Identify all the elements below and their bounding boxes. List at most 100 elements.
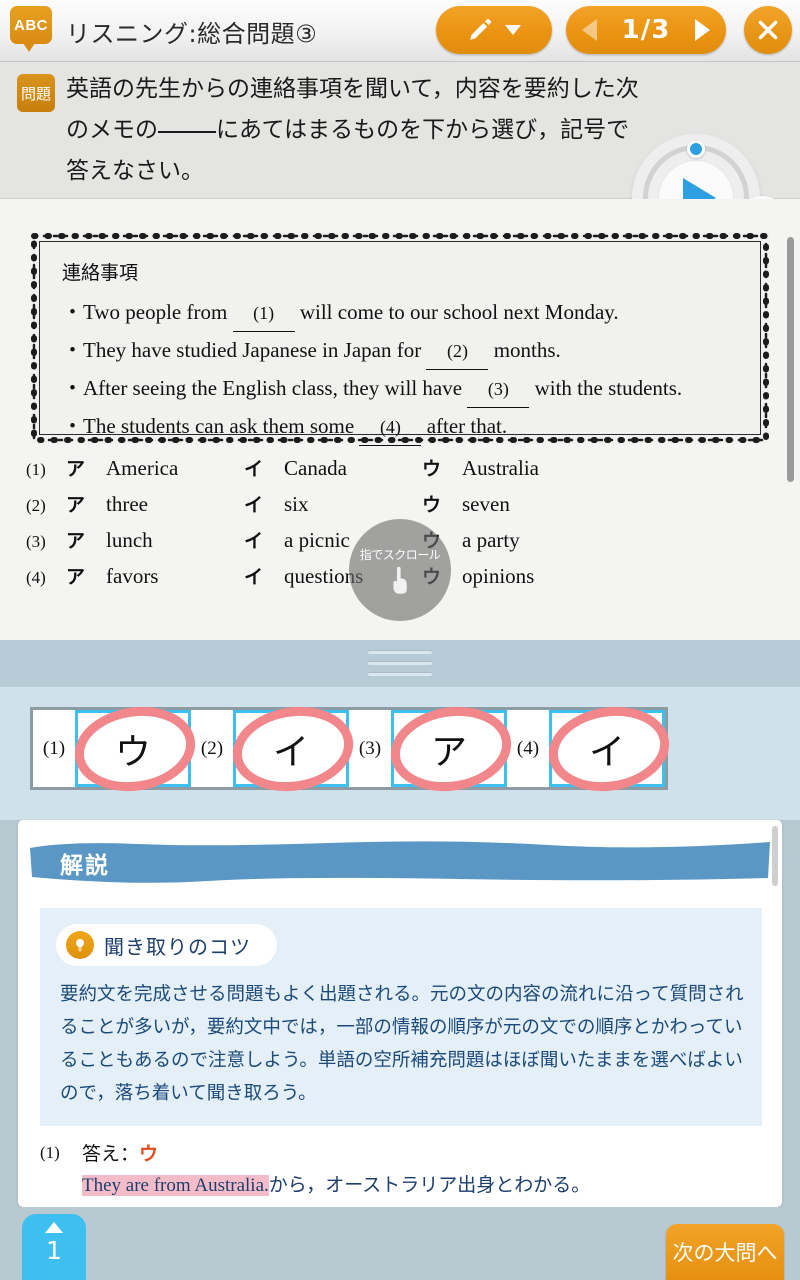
pencil-icon: [470, 19, 491, 40]
answer-cell[interactable]: ア: [390, 706, 512, 792]
progress-knob[interactable]: [687, 140, 705, 158]
page-title: リスニング:総合問題③: [66, 20, 318, 48]
choice-number: (1): [26, 460, 46, 479]
memo-line: ・The students can ask them some (4) afte…: [62, 408, 738, 446]
question-text: 英語の先生からの連絡事項を聞いて，内容を要約した次のメモの にあてはまるものを下か…: [66, 69, 652, 192]
drag-handle-icon[interactable]: [368, 650, 432, 676]
panel-divider[interactable]: [0, 640, 800, 687]
answer-cell[interactable]: ウ: [74, 706, 196, 792]
upper-panel-scrollbar[interactable]: [787, 237, 794, 482]
question-tab-1[interactable]: 1: [22, 1214, 86, 1280]
memo-line-post: months.: [493, 338, 561, 362]
explanation-scrollbar[interactable]: [772, 826, 778, 886]
choice-text: favors: [106, 564, 159, 588]
answer-band: (1) ウ (2) イ (3) ア (4) イ: [0, 687, 800, 820]
answer-value: ア: [430, 731, 467, 773]
explanation-panel[interactable]: 解説 聞き取りのコツ 要約文を完成させる問題もよく出題される。元の文の内容の流れ…: [18, 820, 782, 1207]
triangle-up-icon: [45, 1222, 63, 1233]
abc-logo: ABC: [10, 6, 52, 52]
choice-text: Canada: [284, 456, 347, 480]
memo-line-pre: ・The students can ask them some: [62, 414, 355, 438]
memo-title: 連絡事項: [62, 262, 139, 284]
answer-value: イ: [588, 731, 625, 773]
choice-mark: イ: [244, 458, 264, 480]
tip-body-text: 要約文を完成させる問題もよく出題される。元の文の内容の流れに沿って質問されること…: [60, 984, 744, 1104]
memo-line: ・After seeing the English class, they wi…: [62, 370, 738, 408]
scroll-hint-overlay: 指でスクロール: [349, 519, 451, 621]
app-header: ABC リスニング:総合問題③ 1/3: [0, 0, 800, 62]
explanation-banner: [30, 841, 770, 883]
tip-pill-label: 聞き取りのコツ: [104, 934, 251, 959]
memo-content: 連絡事項 ・Two people from (1) will come to o…: [39, 241, 761, 446]
answer-cell[interactable]: イ: [232, 706, 354, 792]
choice-mark: ア: [66, 458, 86, 480]
answer-value: ウ: [114, 731, 151, 773]
memo-line: ・They have studied Japanese in Japan for…: [62, 332, 738, 370]
abc-logo-label: ABC: [14, 16, 48, 34]
choice-number: (4): [26, 568, 46, 587]
choice-row: (3) ア lunch イ a picnic ウ a party: [26, 526, 626, 562]
answer-value-text: ウ: [139, 1143, 159, 1165]
choice-mark: イ: [244, 530, 264, 552]
choice-text: opinions: [462, 564, 535, 588]
answer-label: (1): [42, 737, 66, 759]
answer-explanation-item: (1) 答え：ウ They are from Australia.から，オースト…: [40, 1140, 750, 1202]
choice-text: seven: [462, 492, 510, 516]
memo-line-pre: ・Two people from: [62, 300, 228, 324]
choice-text: three: [106, 492, 148, 516]
choice-row: (2) ア three イ six ウ seven: [26, 490, 626, 526]
choice-mark: ウ: [422, 458, 442, 480]
answer-label-text: 答え：: [82, 1143, 140, 1165]
hand-finger-icon: [393, 566, 407, 594]
memo-blank: (2): [426, 333, 489, 370]
question-strip: 問題 英語の先生からの連絡事項を聞いて，内容を要約した次のメモの にあてはまるもの…: [0, 62, 800, 262]
choices-list: (1) ア America イ Canada ウ Australia (2) ア…: [26, 454, 626, 598]
memo-blank: (3): [467, 371, 530, 408]
pen-tool-button[interactable]: [436, 6, 552, 54]
memo-line-pre: ・After seeing the English class, they wi…: [62, 376, 463, 400]
memo-line-post: with the students.: [534, 376, 683, 400]
answer-row: (1) ウ (2) イ (3) ア (4) イ: [30, 706, 670, 792]
answer-label: (2): [200, 737, 224, 759]
choice-text: six: [284, 492, 309, 516]
memo-box: 連絡事項 ・Two people from (1) will come to o…: [30, 232, 770, 446]
answer-label: (4): [516, 737, 540, 759]
memo-line-post: will come to our school next Monday.: [299, 300, 619, 324]
choice-mark: イ: [244, 566, 264, 588]
lightbulb-icon: [66, 931, 94, 959]
memo-blank: (4): [359, 409, 422, 446]
explanation-title: 解説: [60, 853, 110, 879]
highlighted-sentence: They are from Australia.: [82, 1175, 269, 1196]
choice-row: (4) ア favors イ questions ウ opinions: [26, 562, 626, 598]
choice-text: America: [106, 456, 179, 480]
close-button[interactable]: [744, 6, 792, 54]
memo-line: ・Two people from (1) will come to our sc…: [62, 294, 738, 332]
prev-page-button[interactable]: [582, 19, 597, 41]
bottom-bar: 1 次の大問へ: [0, 1207, 800, 1280]
chevron-down-icon[interactable]: [505, 25, 521, 35]
answer-cell[interactable]: イ: [548, 706, 670, 792]
memo-line-post: after that.: [426, 414, 508, 438]
choice-mark: イ: [244, 494, 264, 516]
choice-text: Australia: [462, 456, 539, 480]
choice-mark: ア: [66, 530, 86, 552]
close-icon: [758, 20, 778, 40]
answer-label: (3): [358, 737, 382, 759]
answer-explanation-list: (1) 答え：ウ They are from Australia.から，オースト…: [40, 1140, 750, 1207]
choice-text: lunch: [106, 528, 153, 552]
tip-pill: 聞き取りのコツ: [56, 924, 277, 966]
scroll-hint-label: 指でスクロール: [359, 547, 441, 562]
answer-explanation-number: (1): [40, 1143, 60, 1162]
answer-explanation-note: から，オーストラリア出身とわかる。: [268, 1174, 591, 1196]
choice-mark: ウ: [422, 494, 442, 516]
next-page-button[interactable]: [695, 19, 710, 41]
page-navigator: 1/3: [566, 6, 726, 54]
choice-number: (2): [26, 496, 46, 515]
choice-text: a party: [462, 528, 520, 552]
answer-value: イ: [272, 731, 309, 773]
listening-exercise-screen: ABC リスニング:総合問題③ 1/3 問題 英語の先生からの連絡事項を聞いて，…: [0, 0, 800, 1280]
memo-line-pre: ・They have studied Japanese in Japan for: [62, 338, 422, 362]
next-section-button[interactable]: 次の大問へ: [666, 1224, 784, 1280]
answer-explanation-detail: They are from Australia.から，オーストラリア出身とわかる…: [82, 1169, 750, 1202]
answer-explanation-head: 答え：ウ: [82, 1143, 158, 1165]
